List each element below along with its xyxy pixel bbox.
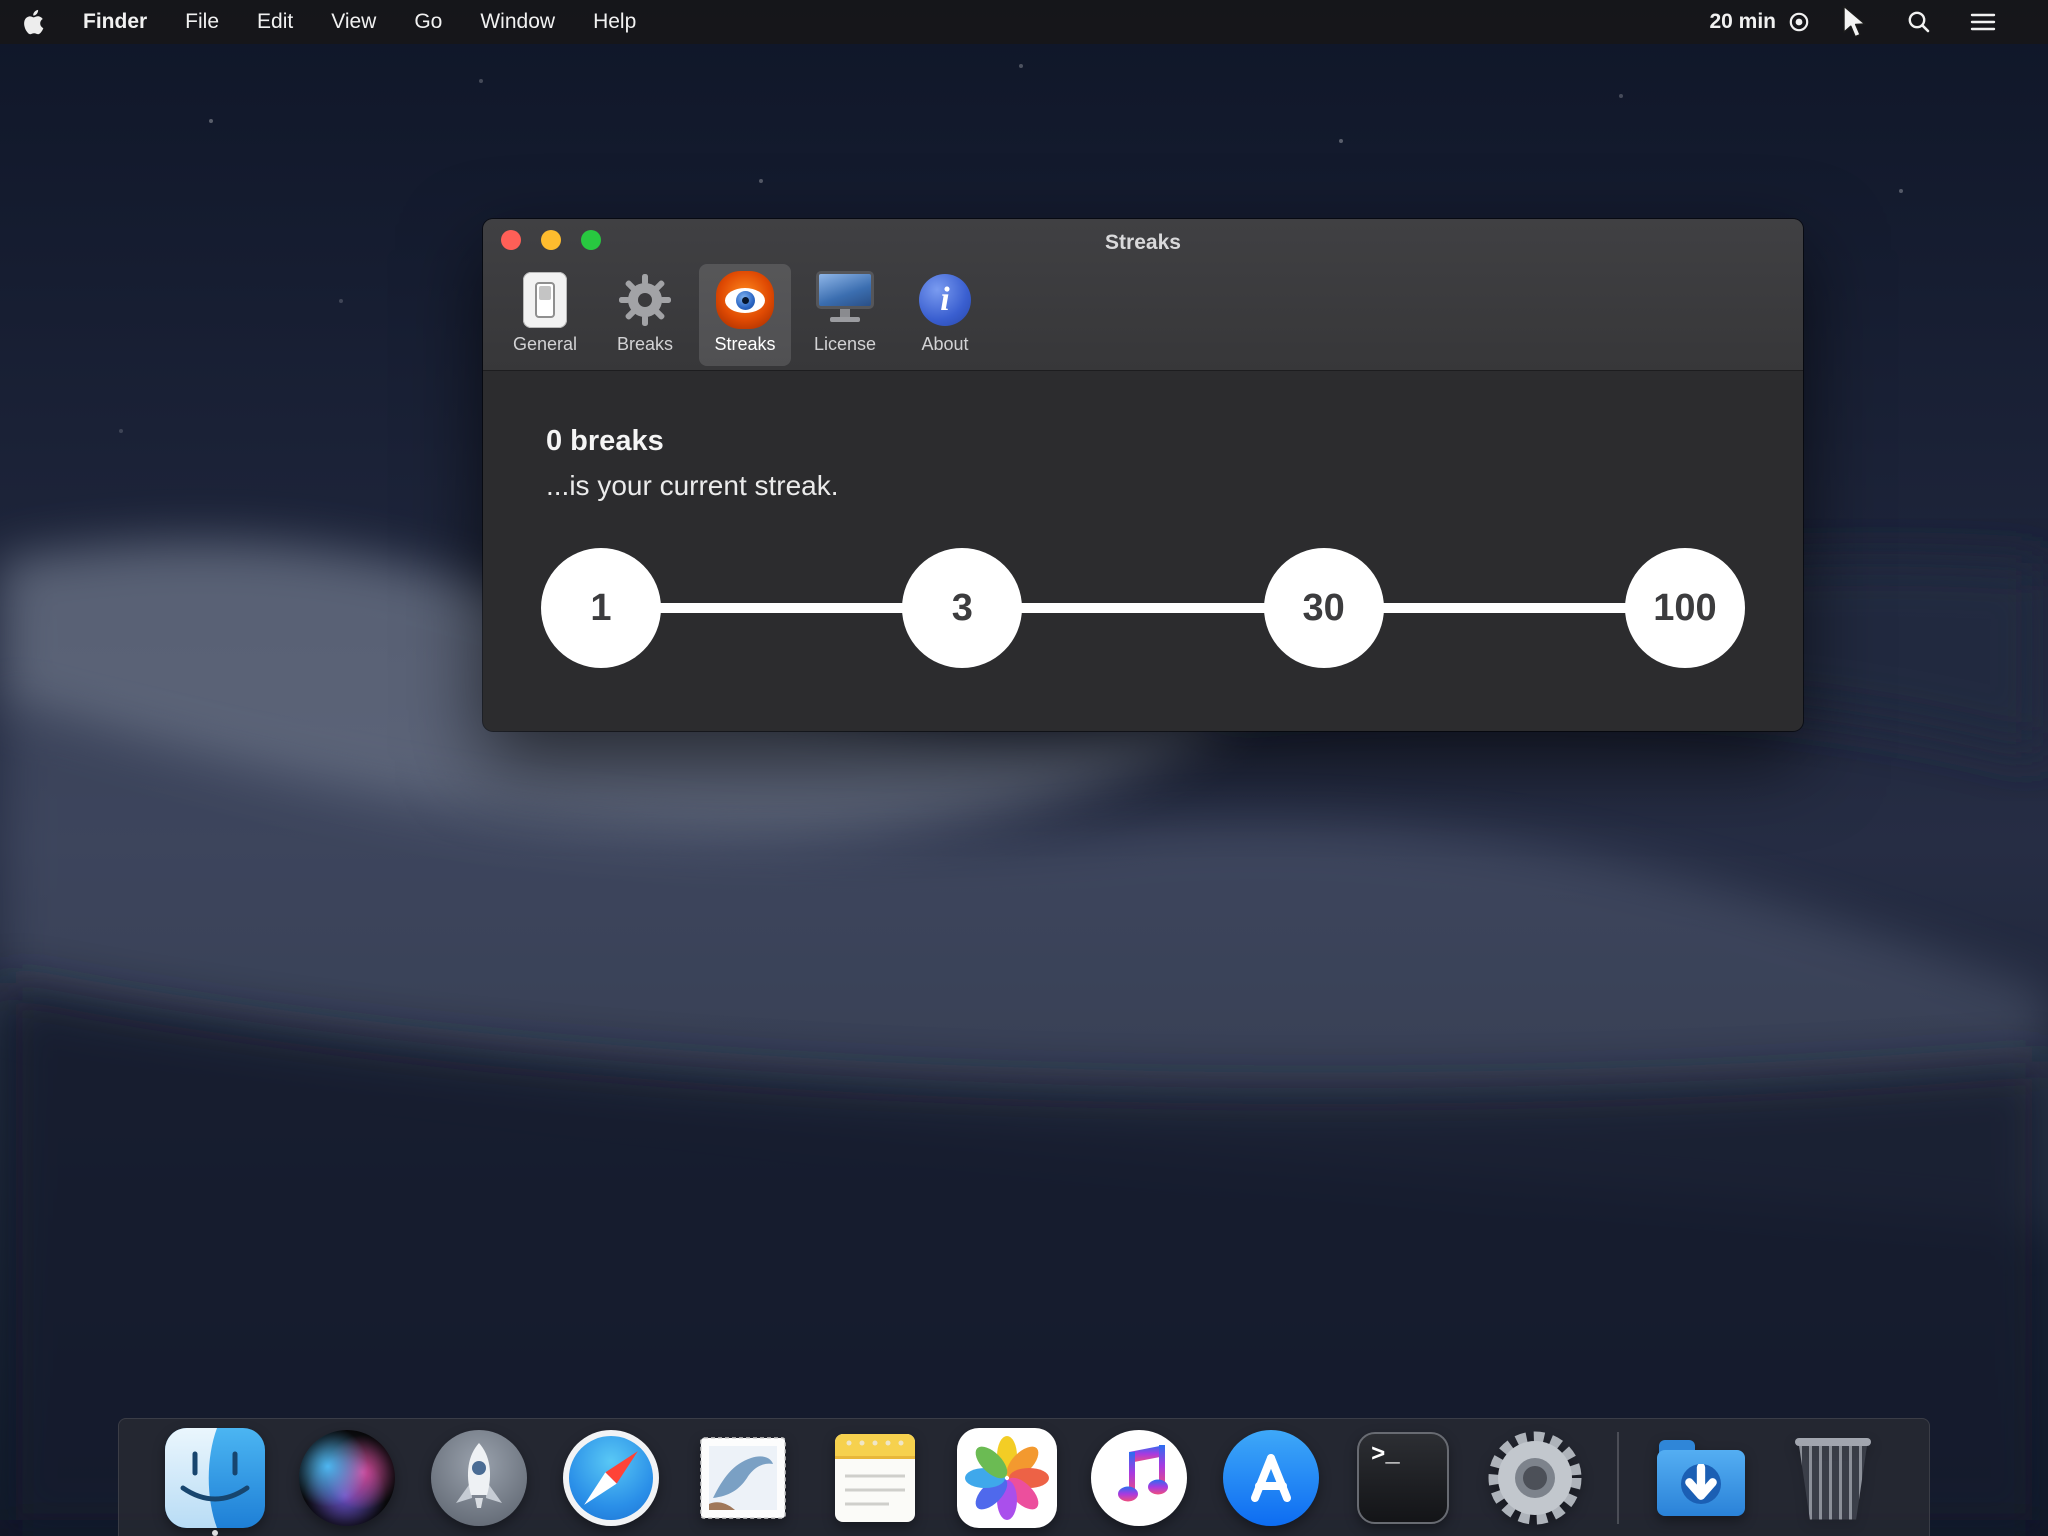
terminal-icon: >_ — [1357, 1432, 1449, 1524]
stamp-icon — [693, 1428, 793, 1528]
spotlight-icon[interactable] — [1906, 9, 1932, 35]
preferences-toolbar: General — [499, 264, 991, 366]
siri-icon — [299, 1430, 395, 1526]
tab-general-label: General — [513, 334, 577, 355]
mouse-cursor — [1840, 5, 1868, 39]
milestone-30: 30 — [1264, 548, 1384, 668]
finder-icon — [165, 1428, 265, 1528]
system-preferences-gear-icon — [1485, 1428, 1585, 1528]
streak-count: 0 breaks — [546, 425, 1803, 458]
window-title: Streaks — [483, 231, 1803, 255]
eye-icon — [716, 271, 774, 329]
notification-center-icon[interactable] — [1970, 11, 1996, 33]
window-titlebar[interactable]: Streaks General — [483, 219, 1803, 371]
break-timer-label: 20 min — [1709, 10, 1776, 34]
tab-breaks[interactable]: Breaks — [599, 264, 691, 366]
streaks-window: Streaks General — [483, 219, 1803, 731]
terminal-prompt-glyph: >_ — [1371, 1442, 1400, 1469]
dock-trash[interactable] — [1783, 1428, 1883, 1528]
info-glyph: i — [940, 281, 949, 319]
menu-view[interactable]: View — [312, 0, 395, 44]
dock-launchpad[interactable] — [429, 1428, 529, 1528]
app-store-icon — [1221, 1428, 1321, 1528]
menu-go[interactable]: Go — [395, 0, 461, 44]
milestone-track: 1 3 30 100 — [541, 548, 1745, 668]
dock: >_ — [118, 1418, 1930, 1536]
photos-flower-icon — [957, 1428, 1057, 1528]
dock-mail[interactable] — [693, 1428, 793, 1528]
tab-breaks-label: Breaks — [617, 334, 673, 355]
desktop: Finder File Edit View Go Window Help 20 … — [0, 0, 2048, 1536]
tab-general[interactable]: General — [499, 264, 591, 366]
milestone-100: 100 — [1625, 548, 1745, 668]
menu-help[interactable]: Help — [574, 0, 655, 44]
trash-basket-icon — [1783, 1428, 1883, 1528]
menu-window[interactable]: Window — [461, 0, 574, 44]
running-indicator — [212, 1530, 218, 1536]
streak-caption: ...is your current streak. — [546, 470, 1803, 502]
milestone-connector — [1019, 603, 1266, 613]
dock-finder[interactable] — [165, 1428, 265, 1528]
menu-bar: Finder File Edit View Go Window Help 20 … — [0, 0, 2048, 44]
download-arrow-icon — [1681, 1464, 1721, 1504]
gear-icon — [617, 272, 673, 328]
menu-finder[interactable]: Finder — [64, 0, 166, 44]
milestone-1: 1 — [541, 548, 661, 668]
dock-app-store[interactable] — [1221, 1428, 1321, 1528]
music-note-icon — [1089, 1428, 1189, 1528]
tab-streaks[interactable]: Streaks — [699, 264, 791, 366]
dock-system-preferences[interactable] — [1485, 1428, 1585, 1528]
break-timer-status[interactable]: 20 min — [1709, 10, 1810, 34]
tab-about-label: About — [921, 334, 968, 355]
dock-safari[interactable] — [561, 1428, 661, 1528]
downloads-folder-icon — [1651, 1428, 1751, 1528]
dock-separator — [1617, 1432, 1619, 1524]
dock-notes[interactable] — [825, 1428, 925, 1528]
milestone-connector — [658, 603, 905, 613]
tab-streaks-label: Streaks — [714, 334, 775, 355]
milestone-connector — [1381, 603, 1628, 613]
menu-file[interactable]: File — [166, 0, 238, 44]
dock-photos[interactable] — [957, 1428, 1057, 1528]
tab-license-label: License — [814, 334, 876, 355]
apple-menu[interactable] — [0, 0, 64, 44]
apple-icon — [22, 9, 44, 35]
dock-terminal[interactable]: >_ — [1353, 1428, 1453, 1528]
tab-license[interactable]: License — [799, 264, 891, 366]
dock-siri[interactable] — [297, 1428, 397, 1528]
streaks-panel: 0 breaks ...is your current streak. 1 3 … — [483, 371, 1803, 668]
tab-about[interactable]: i About — [899, 264, 991, 366]
info-icon: i — [919, 274, 971, 326]
dock-downloads[interactable] — [1651, 1428, 1751, 1528]
switch-icon — [523, 272, 567, 328]
eye-status-icon — [1788, 11, 1810, 33]
notes-icon — [825, 1428, 925, 1528]
menu-edit[interactable]: Edit — [238, 0, 312, 44]
milestone-3: 3 — [902, 548, 1022, 668]
rocket-icon — [429, 1428, 529, 1528]
dock-music[interactable] — [1089, 1428, 1189, 1528]
compass-icon — [561, 1428, 661, 1528]
display-icon — [816, 271, 874, 329]
